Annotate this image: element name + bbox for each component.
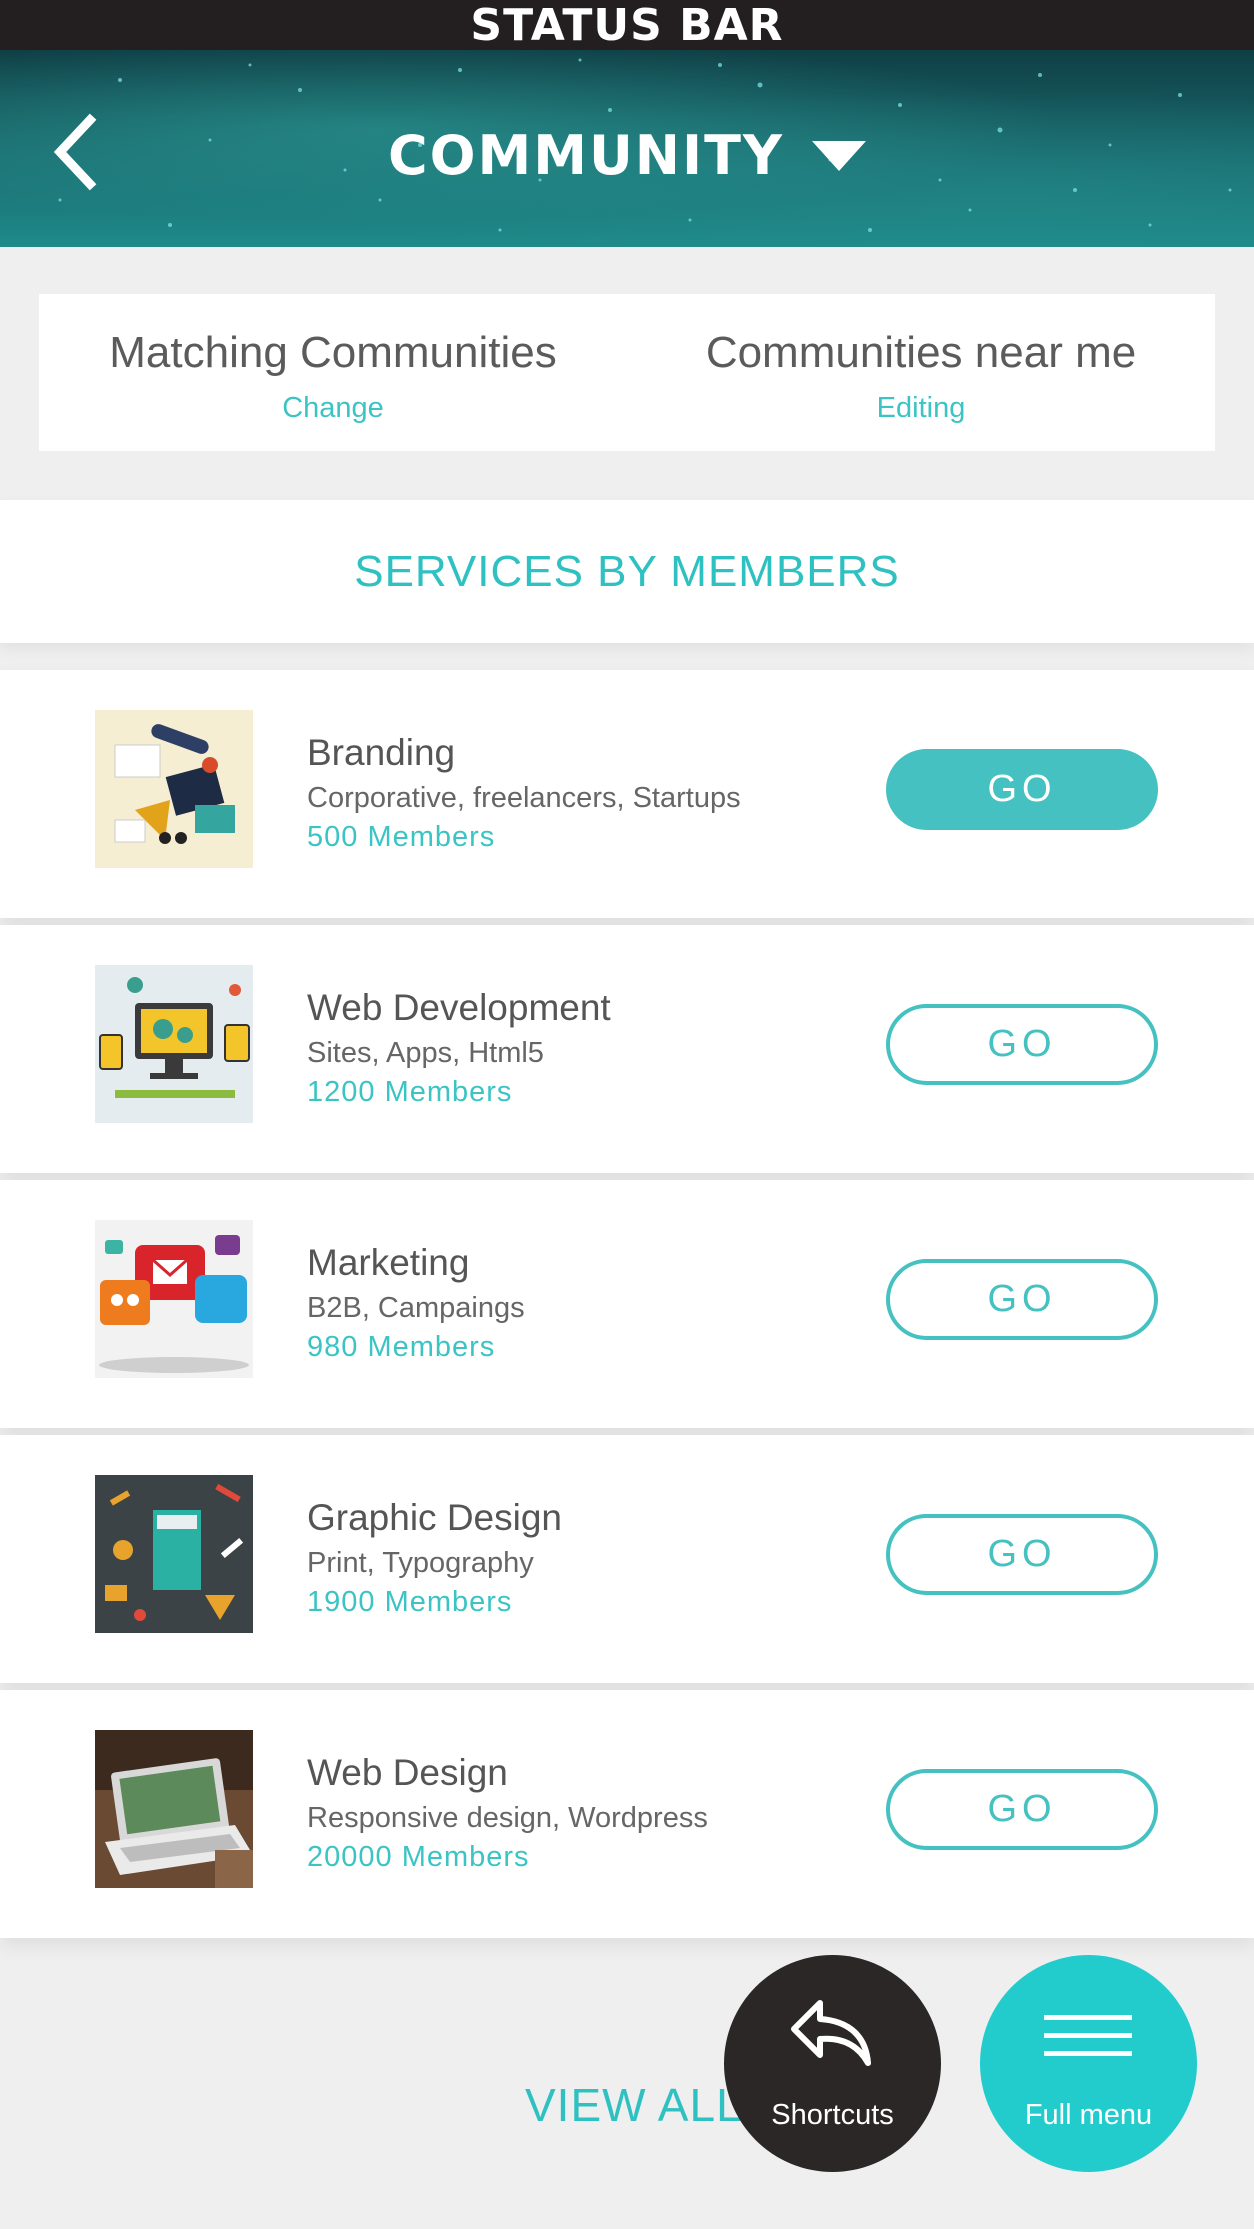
community-dropdown[interactable]: COMMUNITY	[0, 124, 1254, 187]
go-button-web-design[interactable]: GO	[886, 1769, 1158, 1850]
go-button-branding[interactable]: GO	[886, 749, 1158, 830]
community-subtitle: Print, Typography	[307, 1547, 534, 1579]
go-button-graphic-design[interactable]: GO	[886, 1514, 1158, 1595]
community-list: Branding Corporative, freelancers, Start…	[0, 670, 1254, 1945]
community-info: Marketing B2B, Campaings 980 Members	[307, 1242, 525, 1364]
full-menu-label: Full menu	[1024, 2099, 1153, 2131]
member-count: 20000 Members	[307, 1841, 530, 1873]
list-item: Web Design Responsive design, Wordpress …	[0, 1690, 1254, 1938]
graphic-design-thumbnail	[95, 1475, 253, 1633]
view-all-link[interactable]: VIEW ALL	[525, 2078, 743, 2132]
community-title: Marketing	[307, 1242, 470, 1283]
filter-title: Communities near me	[705, 328, 1137, 377]
list-item: Graphic Design Print, Typography 1900 Me…	[0, 1435, 1254, 1683]
editing-link[interactable]: Editing	[877, 392, 966, 425]
section-title: SERVICES BY MEMBERS	[0, 500, 1254, 643]
community-title: Branding	[307, 732, 456, 773]
list-item: Branding Corporative, freelancers, Start…	[0, 670, 1254, 918]
member-count: 980 Members	[307, 1331, 496, 1363]
header: COMMUNITY	[0, 50, 1254, 247]
community-subtitle: Sites, Apps, Html5	[307, 1037, 544, 1069]
status-bar-label: STATUS BAR	[470, 0, 784, 51]
community-title: Web Development	[307, 987, 611, 1028]
branding-thumbnail	[95, 710, 253, 868]
status-bar: STATUS BAR	[0, 0, 1254, 51]
community-info: Graphic Design Print, Typography 1900 Me…	[307, 1497, 562, 1619]
web-design-thumbnail	[95, 1730, 253, 1888]
member-count: 1200 Members	[307, 1076, 513, 1108]
filter-communities-near-me: Communities near me Editing	[627, 294, 1215, 451]
community-info: Web Design Responsive design, Wordpress …	[307, 1752, 708, 1874]
community-subtitle: Corporative, freelancers, Startups	[307, 782, 741, 814]
community-info: Branding Corporative, freelancers, Start…	[307, 732, 741, 854]
full-menu-button[interactable]: Full menu	[980, 1955, 1197, 2172]
community-subtitle: B2B, Campaings	[307, 1292, 525, 1324]
web-development-thumbnail	[95, 965, 253, 1123]
reply-arrow-icon	[791, 2000, 871, 2066]
filter-title: Matching Communities	[109, 328, 557, 377]
community-title: Web Design	[307, 1752, 508, 1793]
community-title: Graphic Design	[307, 1497, 563, 1538]
go-button-marketing[interactable]: GO	[886, 1259, 1158, 1340]
shortcuts-label: Shortcuts	[771, 2099, 894, 2131]
shortcuts-button[interactable]: Shortcuts	[724, 1955, 941, 2172]
list-item: Web Development Sites, Apps, Html5 1200 …	[0, 925, 1254, 1173]
filter-panel: Matching Communities Change Communities …	[39, 294, 1215, 451]
community-subtitle: Responsive design, Wordpress	[307, 1802, 708, 1834]
go-button-web-development[interactable]: GO	[886, 1004, 1158, 1085]
caret-down-icon	[812, 140, 867, 171]
member-count: 500 Members	[307, 821, 496, 853]
list-item: Marketing B2B, Campaings 980 Members GO	[0, 1180, 1254, 1428]
community-info: Web Development Sites, Apps, Html5 1200 …	[307, 987, 611, 1109]
member-count: 1900 Members	[307, 1586, 513, 1618]
hamburger-menu-icon	[1044, 2015, 1132, 2056]
page-title: COMMUNITY	[387, 124, 785, 187]
change-link[interactable]: Change	[282, 392, 384, 425]
filter-matching-communities: Matching Communities Change	[39, 294, 627, 451]
marketing-thumbnail	[95, 1220, 253, 1378]
